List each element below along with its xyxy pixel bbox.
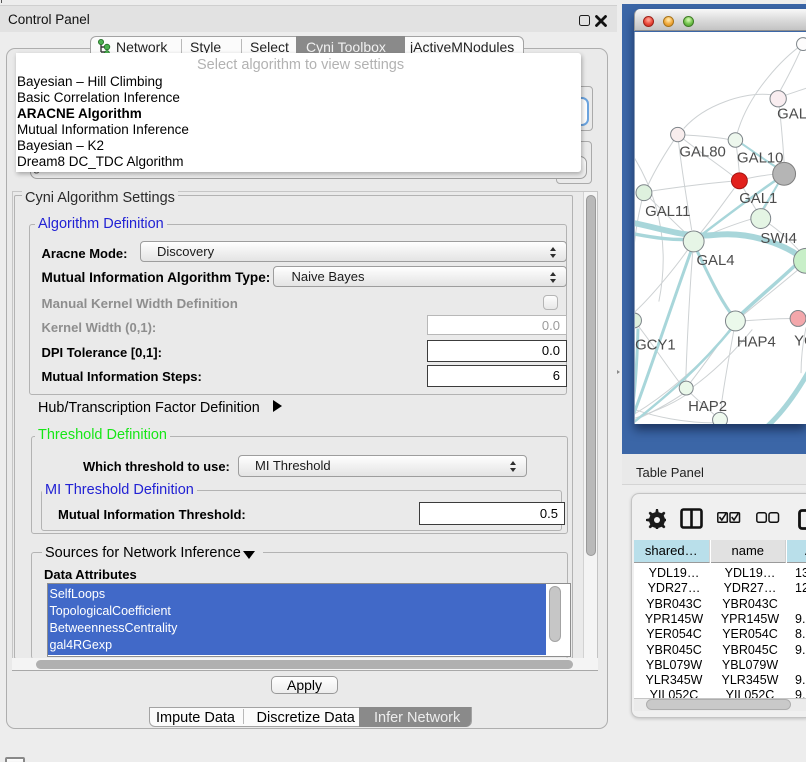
svg-text:GAL80: GAL80: [679, 144, 725, 160]
svg-text:GAL1: GAL1: [739, 191, 777, 207]
svg-text:GAL11: GAL11: [645, 204, 690, 220]
svg-text:YG: YG: [794, 333, 806, 349]
svg-text:HAP2: HAP2: [688, 399, 727, 415]
svg-text:HAP4: HAP4: [737, 334, 776, 350]
svg-text:GCY1: GCY1: [635, 337, 676, 353]
svg-text:GAL7: GAL7: [777, 107, 806, 123]
svg-text:GAL4: GAL4: [696, 253, 734, 269]
svg-text:SWI4: SWI4: [760, 231, 796, 247]
svg-text:GAL10: GAL10: [737, 150, 783, 166]
